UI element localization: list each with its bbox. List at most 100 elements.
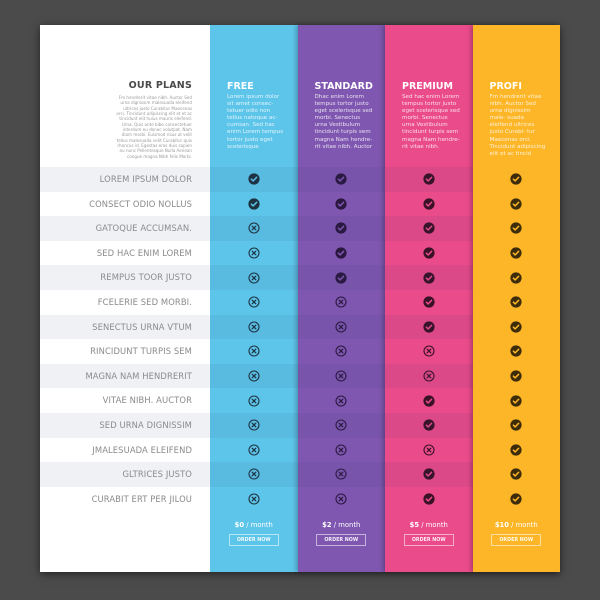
check-circle-icon: [298, 241, 386, 266]
x-circle-icon: [298, 388, 386, 413]
check-circle-icon: [385, 315, 473, 340]
x-circle-icon: [298, 438, 386, 463]
feature-label: VITAE NIBH. AUCTOR: [102, 395, 192, 406]
check-circle-icon: [385, 167, 473, 192]
check-circle-icon: [473, 462, 561, 487]
check-circle-icon: [385, 388, 473, 413]
price-amount: $2: [322, 521, 332, 529]
feature-label: REMPUS TOOR JUSTO: [100, 272, 192, 283]
price-period: / month: [331, 521, 361, 529]
check-circle-icon: [298, 167, 386, 192]
price-period: / month: [244, 521, 273, 529]
check-circle-icon: [473, 315, 561, 340]
check-circle-icon: [473, 192, 561, 217]
price-amount: $10: [494, 521, 510, 529]
plan-price: $2 / month: [298, 521, 386, 529]
x-circle-icon: [210, 339, 298, 364]
feature-label: SED HAC ENIM LOREM: [96, 247, 192, 258]
feature-label: CONSECT ODIO NOLLUS: [89, 198, 192, 209]
feature-label: SED URNA DIGNISSIM: [99, 420, 192, 430]
order-now-button[interactable]: ORDER NOW: [491, 534, 542, 546]
plan-column-free: FREE Lorem ipsum dolor sit amet consec- t…: [210, 25, 298, 572]
plan-name: PREMIUM: [402, 81, 453, 92]
plan-name: FREE: [227, 81, 254, 92]
check-circle-icon: [385, 265, 473, 290]
plan-price: $5 / month: [385, 521, 473, 529]
plan-price: $10 / month: [473, 521, 561, 529]
x-circle-icon: [210, 290, 298, 315]
feature-label: SENECTUS URNA VTUM: [92, 321, 192, 332]
x-circle-icon: [385, 339, 473, 364]
x-circle-icon: [385, 364, 473, 389]
price-amount: $5: [409, 521, 420, 529]
check-circle-icon: [298, 192, 386, 217]
x-circle-icon: [298, 290, 386, 315]
plan-name: PROFI: [489, 81, 522, 92]
plan-description: Lorem ipsum dolor sit amet consec- tetue…: [227, 94, 284, 150]
check-circle-icon: [473, 265, 561, 290]
check-circle-icon: [298, 216, 386, 241]
check-circle-icon: [210, 167, 298, 192]
plan-description: Fm hendrerit vitae nibh. Auctor Sed urna…: [489, 94, 546, 157]
x-circle-icon: [210, 462, 298, 487]
plan-price: $0 / month: [210, 521, 298, 529]
feature-label: GATOQUE ACCUMSAN.: [95, 223, 192, 234]
check-circle-icon: [385, 216, 473, 241]
x-circle-icon: [298, 462, 386, 487]
check-circle-icon: [473, 216, 561, 241]
plan-name: STANDARD: [314, 81, 373, 92]
plans-description: Fm hendrerit vitae nibh. Auctor Sed urna…: [116, 95, 192, 159]
check-circle-icon: [385, 487, 473, 512]
x-circle-icon: [210, 241, 298, 266]
check-circle-icon: [473, 487, 561, 512]
feature-label: CURABIT ERT PER JILOU: [91, 493, 192, 504]
check-circle-icon: [210, 192, 298, 217]
check-circle-icon: [473, 413, 561, 438]
pricing-table: OUR PLANS Fm hendrerit vitae nibh. Aucto…: [40, 25, 560, 572]
order-now-button[interactable]: ORDER NOW: [228, 534, 279, 546]
x-circle-icon: [298, 413, 386, 438]
check-circle-icon: [473, 364, 561, 389]
order-now-button[interactable]: ORDER NOW: [316, 534, 367, 546]
page-title: OUR PLANS: [128, 80, 192, 91]
x-circle-icon: [298, 315, 386, 340]
plan-description: Sed hac enim Lorem tempus tortor justo e…: [402, 94, 460, 150]
feature-label: GLTRICES JUSTO: [122, 469, 192, 480]
x-circle-icon: [210, 487, 298, 512]
check-circle-icon: [385, 192, 473, 217]
plan-column-profi: PROFI Fm hendrerit vitae nibh. Auctor Sed…: [472, 25, 561, 572]
feature-label: MAGNA NAM HENDRERIT: [85, 370, 192, 381]
check-circle-icon: [473, 290, 561, 315]
x-circle-icon: [210, 315, 298, 340]
features-column: OUR PLANS Fm hendrerit vitae nibh. Aucto…: [40, 25, 210, 572]
check-circle-icon: [385, 241, 473, 266]
price-period: / month: [419, 521, 448, 529]
feature-label: LOREM IPSUM DOLOR: [99, 174, 192, 184]
check-circle-icon: [473, 388, 561, 413]
x-circle-icon: [385, 438, 473, 463]
x-circle-icon: [210, 364, 298, 389]
x-circle-icon: [210, 388, 298, 413]
check-circle-icon: [298, 265, 386, 290]
x-circle-icon: [210, 265, 298, 290]
x-circle-icon: [298, 364, 386, 389]
price-amount: $0: [234, 521, 245, 529]
x-circle-icon: [210, 216, 298, 241]
check-circle-icon: [385, 290, 473, 315]
x-circle-icon: [298, 339, 386, 364]
order-now-button[interactable]: ORDER NOW: [403, 534, 454, 546]
feature-label: FCELERIE SED MORBI.: [97, 297, 192, 307]
x-circle-icon: [298, 487, 386, 512]
plan-column-premium: PREMIUM Sed hac enim Lorem tempus tortor …: [385, 25, 473, 572]
price-period: / month: [509, 521, 538, 529]
plan-description: Dhac enim Lorem tempus tortor justo eget…: [314, 94, 373, 150]
check-circle-icon: [385, 413, 473, 438]
check-circle-icon: [473, 438, 561, 463]
x-circle-icon: [210, 438, 298, 463]
check-circle-icon: [473, 167, 561, 192]
plan-column-standard: STANDARD Dhac enim Lorem tempus tortor ju…: [297, 25, 386, 572]
check-circle-icon: [473, 339, 561, 364]
x-circle-icon: [210, 413, 298, 438]
feature-label: JMALESUADA ELEIFEND: [92, 444, 192, 455]
check-circle-icon: [473, 241, 561, 266]
